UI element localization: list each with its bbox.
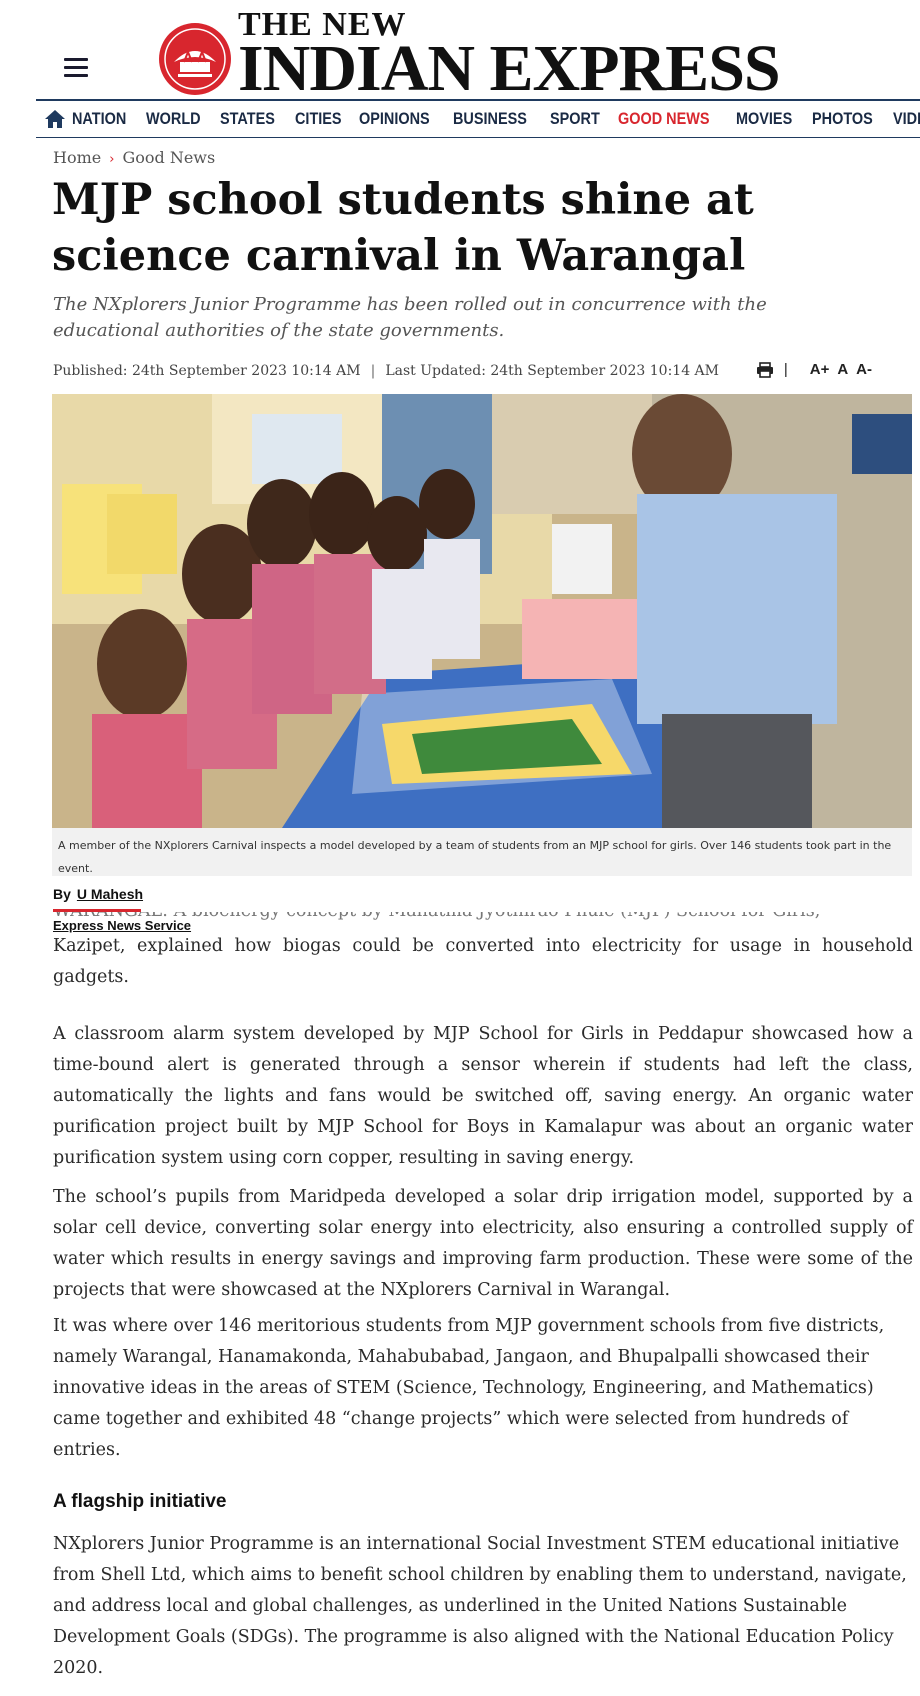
updated-date: Last Updated: 24th September 2023 10:14 … [385,363,719,379]
article-page: THE NEW INDIAN EXPRESS NATION WORLD STAT… [0,0,920,1696]
chevron-right-icon: › [109,152,115,167]
published-date: Published: 24th September 2023 10:14 AM [53,363,361,379]
byline-prefix: By [53,886,71,902]
article-paragraph: A classroom alarm system developed by MJ… [53,1024,913,1168]
breadcrumb-home-link[interactable]: Home [53,148,101,167]
news-agency: Express News Service [53,918,194,933]
article-headline: MJP school students shine at science car… [52,175,754,281]
section-subheading: A flagship initiative [53,1491,227,1512]
article-subhead: The NXplorers Junior Programme has been … [53,294,767,341]
article-tools: | A+ A A- [756,361,872,378]
author-link[interactable]: U Mahesh [77,886,143,902]
breadcrumb: Home › Good News [53,148,215,167]
nav-item-sport[interactable]: SPORT [550,109,600,129]
font-normal-button[interactable]: A [837,361,848,378]
home-icon [45,110,65,128]
nav-item-business[interactable]: BUSINESS [453,109,527,129]
font-decrease-button[interactable]: A- [856,361,872,378]
print-icon[interactable] [756,361,774,378]
nav-item-states[interactable]: STATES [220,109,275,129]
breadcrumb-section-link[interactable]: Good News [122,148,215,167]
hamburger-menu-icon[interactable] [64,58,88,78]
nav-home-link[interactable] [44,102,66,136]
nav-item-videos[interactable]: VIDEOS [893,109,920,129]
article-paragraph: It was where over 146 meritorious studen… [53,1316,885,1460]
article-paragraph: Kazipet, explained how biogas could be c… [53,936,913,987]
nav-item-movies[interactable]: MOVIES [736,109,792,129]
byline: By U Mahesh [53,886,143,902]
publish-info: Published: 24th September 2023 10:14 AM |… [53,363,719,379]
article-paragraph: The school’s pupils from Maridpeda devel… [53,1187,913,1300]
logo-wordmark-main[interactable]: INDIAN EXPRESS [238,36,781,102]
nav-item-photos[interactable]: PHOTOS [812,109,873,129]
nav-item-good-news[interactable]: GOOD NEWS [618,109,710,129]
nav-item-cities[interactable]: CITIES [295,109,342,129]
nav-item-opinions[interactable]: OPINIONS [359,109,430,129]
nav-item-nation[interactable]: NATION [72,109,126,129]
logo-seal-icon[interactable] [158,22,232,96]
masthead: THE NEW INDIAN EXPRESS [0,0,920,102]
photo-caption: A member of the NXplorers Carnival inspe… [58,839,892,875]
main-navigation: NATION WORLD STATES CITIES OPINIONS BUSI… [36,99,920,138]
article-photo [52,394,912,828]
nav-item-world[interactable]: WORLD [146,109,201,129]
font-increase-button[interactable]: A+ [810,361,830,378]
photo-caption-box: A member of the NXplorers Carnival inspe… [52,828,912,876]
article-paragraph: NXplorers Junior Programme is an interna… [53,1534,907,1678]
